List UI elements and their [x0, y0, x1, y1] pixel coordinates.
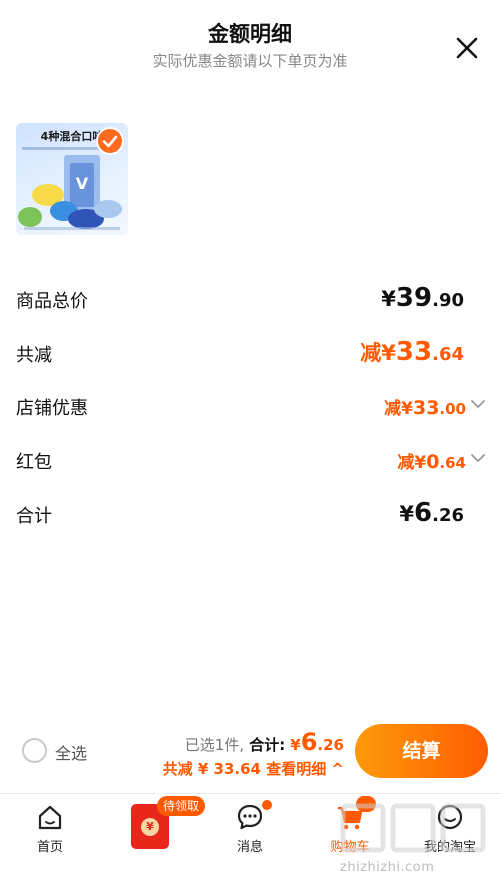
checkout-button[interactable]: 结算: [355, 724, 488, 778]
checkout-bar: 全选 已选1件, 合计: ¥6.26 共减 ¥ 33.64 查看明细 ^ 结算: [0, 712, 500, 792]
select-all-label[interactable]: 全选: [55, 740, 87, 764]
row-label: 共减: [16, 345, 52, 366]
home-icon: [38, 805, 62, 830]
total-amount: 6: [300, 728, 318, 756]
selected-check-badge[interactable]: [96, 127, 124, 155]
close-button[interactable]: [452, 33, 482, 63]
message-icon: [237, 804, 263, 830]
tab-label: 消息: [236, 840, 263, 855]
row-label: 店铺优惠: [16, 398, 88, 419]
row-red-packet[interactable]: 红包 减¥0.64: [16, 444, 486, 478]
total-label: 合计:: [249, 736, 286, 754]
tab-red-packet[interactable]: ¥ 待领取: [100, 794, 206, 883]
amount-details-sheet: 金额明细 实际优惠金额请以下单页为准 4种混合口味 V 商品总价 ¥39.90 …: [0, 0, 500, 883]
unread-dot: [262, 800, 272, 810]
tab-messages[interactable]: 消息: [200, 794, 300, 883]
tab-home[interactable]: 首页: [0, 794, 100, 883]
row-value: 减¥33.64: [360, 337, 464, 367]
watermark-logo: [340, 803, 486, 853]
sheet-title: 金额明细: [208, 22, 292, 46]
chevron-down-icon[interactable]: [470, 398, 486, 410]
row-total: 合计 ¥6.26: [16, 498, 486, 532]
row-goods-total: 商品总价 ¥39.90: [16, 283, 486, 317]
row-value: ¥39.90: [381, 283, 464, 313]
pending-badge: 待领取: [157, 796, 206, 816]
svg-text:V: V: [76, 174, 89, 193]
summary-total-line: 已选1件, 合计: ¥6.26: [184, 728, 344, 756]
sheet-subtitle: 实际优惠金额请以下单页为准: [152, 52, 348, 70]
chevron-down-icon[interactable]: [470, 452, 486, 464]
select-all-radio[interactable]: [22, 738, 47, 763]
row-value: ¥6.26: [399, 498, 464, 528]
product-thumbnail[interactable]: 4种混合口味 V: [16, 123, 128, 235]
close-icon: [456, 37, 478, 59]
check-icon: [102, 135, 118, 148]
selected-count: 已选1件,: [184, 736, 245, 754]
discount-amount: 共减 ¥ 33.64: [162, 760, 261, 778]
row-total-discount: 共减 减¥33.64: [16, 337, 486, 371]
watermark-text: zhizhizhi.com: [340, 860, 435, 875]
row-value: 减¥33.00: [384, 397, 466, 419]
view-details-link[interactable]: 查看明细 ^: [266, 760, 344, 778]
summary-discount-line: 共减 ¥ 33.64 查看明细 ^: [163, 758, 344, 779]
row-value: 减¥0.64: [397, 451, 466, 473]
row-label: 合计: [16, 506, 52, 527]
row-label: 商品总价: [16, 291, 88, 312]
tab-label: 首页: [36, 840, 63, 855]
row-label: 红包: [16, 452, 52, 473]
row-store-discount[interactable]: 店铺优惠 减¥33.00: [16, 390, 486, 424]
